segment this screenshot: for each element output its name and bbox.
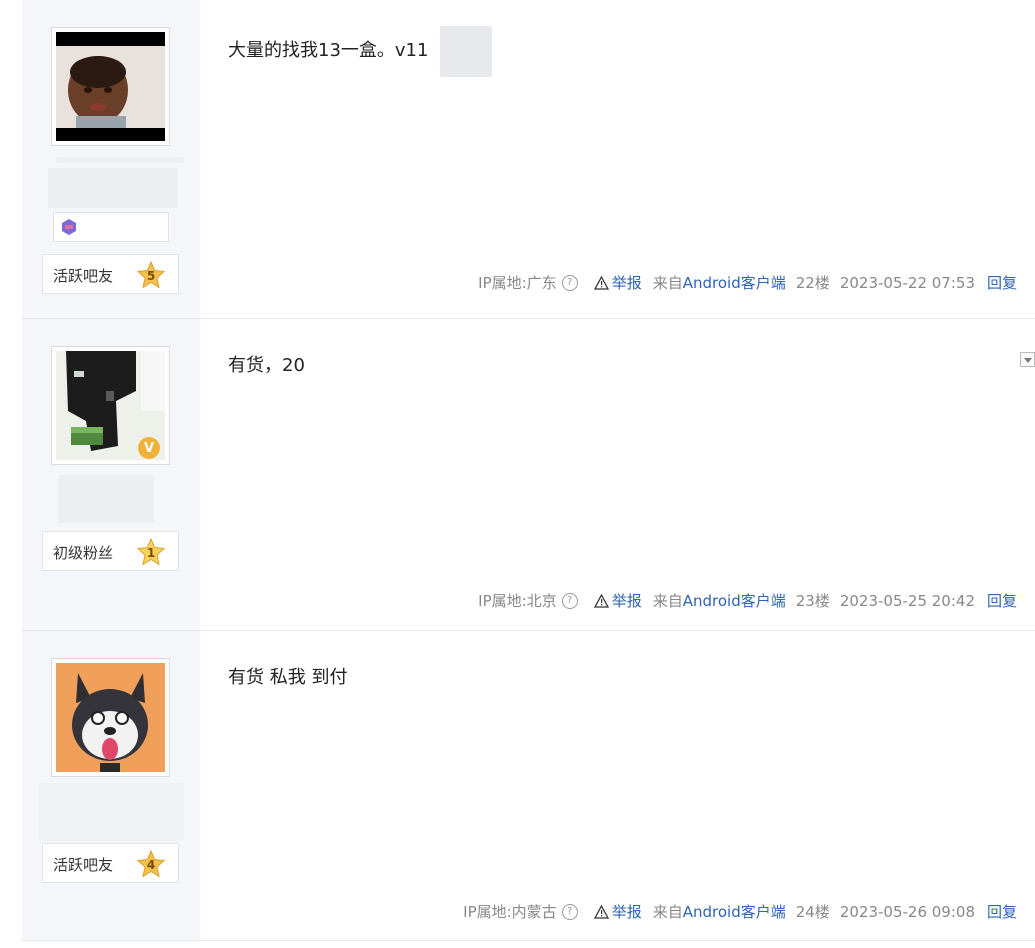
avatar-image	[56, 32, 165, 141]
post-menu-dropdown[interactable]	[1020, 352, 1035, 367]
ip-location: IP属地:广东	[478, 274, 557, 292]
post-time: 2023-05-26 09:08	[839, 902, 975, 921]
ip-location: IP属地:内蒙古	[463, 903, 557, 921]
source-prefix: 来自	[652, 903, 683, 921]
post-content: 有货，20	[228, 351, 305, 377]
reply-link[interactable]: 回复	[987, 272, 1017, 293]
post-meta: IP属地:北京 ? 举报 来自 Android客户端 23楼 2023-05-2…	[478, 590, 1017, 611]
level-star-icon: 1	[137, 538, 165, 566]
post-floor-24: 活跃吧友 4 有货 私我 到付 IP属地:内蒙古 ? 举报 来自 Android…	[22, 630, 1035, 940]
post-text: 有货，20	[228, 355, 305, 376]
source-prefix: 来自	[652, 592, 683, 610]
reply-link[interactable]: 回复	[987, 590, 1017, 611]
source-link[interactable]: Android客户端	[683, 590, 786, 611]
post-floor-23: V 初级粉丝 1 有货，20 IP属地:北京 ? 举报 来自 Android客户…	[22, 318, 1035, 630]
report-button[interactable]: 举报	[593, 590, 642, 611]
title-badge[interactable]: 初级粉丝 1	[42, 531, 179, 571]
help-icon[interactable]: ?	[561, 274, 578, 291]
report-label: 举报	[611, 274, 642, 292]
report-button[interactable]: 举报	[593, 272, 642, 293]
redacted-contact	[440, 26, 492, 77]
title-badge[interactable]: 活跃吧友 4	[42, 843, 179, 883]
level-number: 4	[147, 858, 155, 872]
warning-icon	[593, 593, 609, 608]
username-blurred[interactable]	[48, 168, 178, 208]
post-meta: IP属地:内蒙古 ? 举报 来自 Android客户端 24楼 2023-05-…	[463, 901, 1017, 922]
post-time: 2023-05-25 20:42	[839, 591, 975, 610]
author-sidebar: V 初级粉丝 1	[22, 319, 200, 630]
post-content: 大量的找我13一盒。v11	[228, 36, 428, 62]
title-badge[interactable]: 活跃吧友 5	[42, 254, 179, 294]
level-number: 5	[147, 269, 155, 283]
post-text: 大量的找我13一盒。v11	[228, 40, 429, 61]
title-badge-label: 初级粉丝	[53, 544, 114, 562]
source-link[interactable]: Android客户端	[683, 272, 786, 293]
help-icon[interactable]: ?	[561, 903, 578, 920]
post-content: 有货 私我 到付	[228, 663, 347, 689]
username-blurred[interactable]	[38, 783, 184, 841]
avatar-image	[56, 663, 165, 772]
help-icon[interactable]: ?	[561, 592, 578, 609]
member-icon	[62, 219, 76, 235]
floor-number: 23楼	[795, 592, 830, 610]
avatar[interactable]	[51, 658, 170, 777]
source-prefix: 来自	[652, 274, 683, 292]
title-badge-label: 活跃吧友	[53, 267, 114, 285]
post-meta: IP属地:广东 ? 举报 来自 Android客户端 22楼 2023-05-2…	[478, 272, 1017, 293]
username-blurred[interactable]	[56, 157, 184, 163]
report-label: 举报	[611, 903, 642, 921]
level-number: 1	[147, 546, 155, 560]
warning-icon	[593, 275, 609, 290]
avatar[interactable]: V	[51, 346, 170, 465]
vip-mark: V	[144, 441, 154, 456]
report-label: 举报	[611, 592, 642, 610]
source-link[interactable]: Android客户端	[683, 901, 786, 922]
post-text: 有货 私我 到付	[228, 667, 348, 688]
username-blurred[interactable]	[58, 475, 154, 523]
floor-number: 24楼	[795, 903, 830, 921]
warning-icon	[593, 904, 609, 919]
post-time: 2023-05-22 07:53	[839, 273, 975, 292]
author-sidebar: 活跃吧友 5	[22, 0, 200, 318]
title-badge-label: 活跃吧友	[53, 856, 114, 874]
avatar[interactable]	[51, 27, 170, 146]
ip-location: IP属地:北京	[478, 592, 557, 610]
post-divider	[22, 940, 1035, 941]
author-sidebar: 活跃吧友 4	[22, 631, 200, 940]
level-star-icon: 4	[137, 850, 165, 878]
avatar-image: V	[56, 351, 165, 460]
level-star-icon: 5	[137, 261, 165, 289]
member-badge[interactable]	[53, 212, 169, 242]
post-floor-22: 活跃吧友 5 大量的找我13一盒。v11 IP属地:广东 ? 举报 来自 And…	[22, 0, 1035, 318]
report-button[interactable]: 举报	[593, 901, 642, 922]
floor-number: 22楼	[795, 274, 830, 292]
reply-link[interactable]: 回复	[987, 901, 1017, 922]
